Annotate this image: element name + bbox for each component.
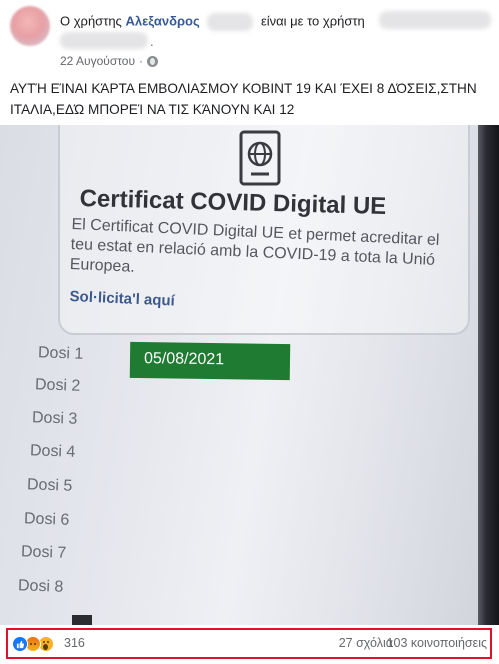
- avatar[interactable]: [10, 6, 50, 46]
- redacted-tagged-user: [379, 11, 491, 29]
- facebook-post: Ο χρήστης Αλεξανδρος είναι με το χρήστη …: [0, 0, 499, 664]
- dose-label: Dosi 2: [34, 376, 81, 395]
- with-text: είναι με το χρήστη: [260, 13, 365, 29]
- phone-bezel-mark: [72, 615, 92, 625]
- dose-label: Dosi 6: [23, 510, 70, 529]
- header-prefix: Ο χρήστης: [60, 13, 122, 29]
- author-name[interactable]: Αλεξανδρος: [125, 13, 199, 28]
- dose-label: Dosi 5: [26, 476, 73, 495]
- globe-icon: [147, 55, 159, 67]
- post-meta: 22 Αυγούστου ·: [60, 54, 159, 68]
- dose-label: Dosi 8: [17, 577, 64, 596]
- dose-label: Dosi 1: [37, 344, 84, 363]
- post-date[interactable]: 22 Αυγούστου: [60, 54, 135, 68]
- reaction-icons[interactable]: [12, 636, 66, 652]
- dose-label: Dosi 7: [20, 543, 67, 562]
- like-icon: [12, 636, 28, 652]
- post-photo[interactable]: Certificat COVID Digital UE El Certifica…: [0, 125, 499, 625]
- redacted-name: [207, 13, 254, 31]
- post-text: ΑΥΤΉ ΕΊΝΑΙ ΚΆΡΤΑ ΕΜΒΟΛΙΑΣΜΟΥ ΚΟΒΙΝΤ 19 Κ…: [10, 81, 477, 117]
- post-header: Ο χρήστης Αλεξανδρος είναι με το χρήστη: [60, 13, 365, 31]
- passport-globe-icon: [239, 130, 281, 186]
- phone-screen: Certificat COVID Digital UE El Certifica…: [0, 125, 478, 625]
- shares-count[interactable]: 103 κοινοποιήσεις: [387, 636, 487, 650]
- dose1-date: 05/08/2021: [129, 341, 291, 381]
- redacted-tagged-user-2: [60, 32, 148, 49]
- dose-label: Dosi 3: [31, 409, 78, 428]
- comments-count[interactable]: 27 σχόλια: [339, 636, 393, 650]
- header-dot: .: [150, 34, 154, 49]
- dose-label: Dosi 4: [29, 442, 76, 461]
- phone-edge: [478, 125, 499, 625]
- reaction-count[interactable]: 316: [64, 636, 85, 650]
- reactions-bar: 316 27 σχόλια 103 κοινοποιήσεις: [6, 628, 492, 659]
